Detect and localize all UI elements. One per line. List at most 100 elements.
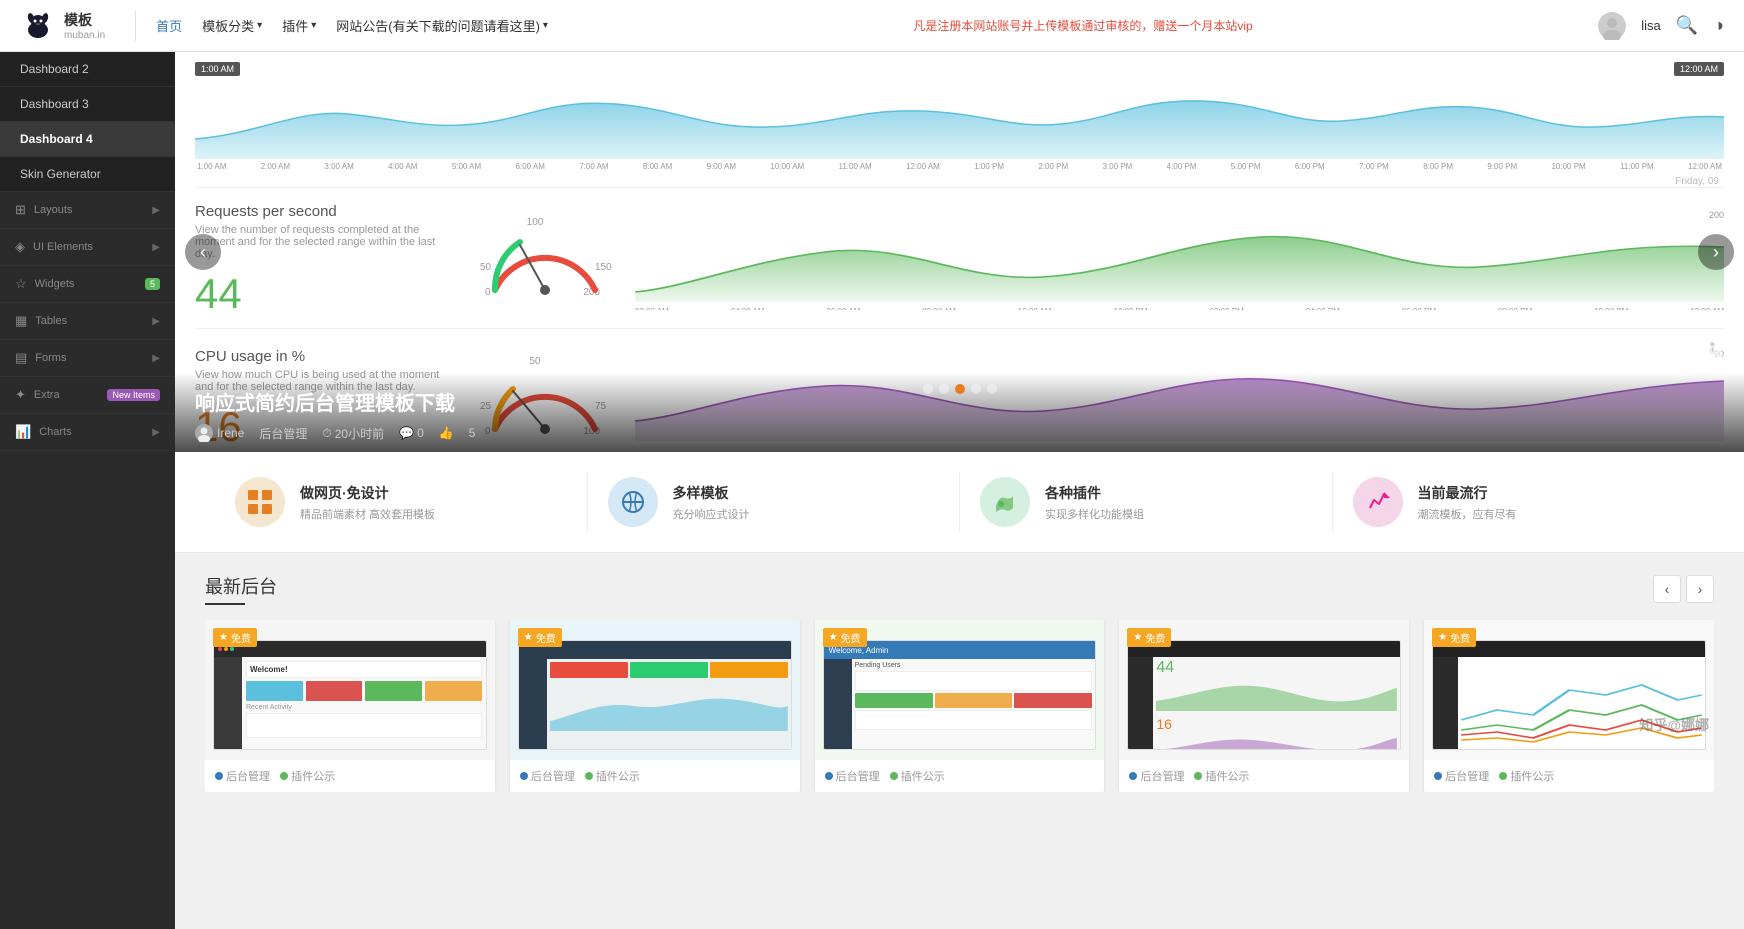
card-5-badge: ★免费: [1432, 628, 1476, 647]
slide-dot-1[interactable]: [923, 384, 933, 394]
feature-item-trending: 当前最流行 潮流模板，应有尽有: [1333, 472, 1705, 532]
requests-title: Requests per second: [195, 203, 455, 220]
feature-design-text: 做网页·免设计 精品前端素材 高效套用模板: [300, 483, 435, 522]
sidebar-item-layouts[interactable]: ⊞ Layouts ▶: [0, 192, 175, 229]
logo-title: 模板: [64, 12, 92, 28]
svg-text:0: 0: [485, 287, 491, 298]
sidebar-label-skingen: Skin Generator: [20, 167, 101, 181]
feature-item-templates: 多样模板 充分响应式设计: [588, 472, 961, 532]
ui-elements-arrow-icon: ▶: [152, 242, 160, 253]
slide-dot-5[interactable]: [987, 384, 997, 394]
slideshow: ‹ › 1:00 AM 12:00 AM: [175, 52, 1744, 452]
search-icon[interactable]: 🔍: [1676, 15, 1698, 36]
card-2-thumbnail: ★免费: [510, 620, 800, 760]
slide-dot-3[interactable]: [955, 384, 965, 394]
nav-notice[interactable]: 网站公告(有关下载的问题请看这里): [336, 16, 548, 35]
nav-plugins[interactable]: 插件: [282, 16, 316, 35]
features-bar: 做网页·免设计 精品前端素材 高效套用模板 多样模板 充分响应式设计: [175, 452, 1744, 553]
time-label-21: 10:00 PM: [1551, 162, 1585, 171]
sidebar-item-tables[interactable]: ▦ Tables ▶: [0, 303, 175, 340]
user-name[interactable]: lisa: [1641, 18, 1661, 33]
nav-home[interactable]: 首页: [156, 16, 182, 35]
layouts-arrow-icon: ▶: [152, 205, 160, 216]
watermark: 知乎@娜娜: [1605, 337, 1724, 372]
tables-arrow-icon: ▶: [152, 316, 160, 327]
latest-next-button[interactable]: ›: [1686, 575, 1714, 603]
time-label-23: 12:00 AM: [1688, 162, 1722, 171]
card-2[interactable]: ★免费: [510, 620, 800, 792]
card-4-meta: 后台管理 插件公示: [1119, 760, 1409, 792]
sidebar-label-charts: Charts: [39, 426, 71, 438]
card-1-thumbnail: ★免费 Welcome!: [205, 620, 495, 760]
time-label-3: 4:00 AM: [388, 162, 417, 171]
svg-text:50: 50: [480, 262, 492, 273]
main-layout: Dashboard 2 Dashboard 3 Dashboard 4 Skin…: [0, 52, 1744, 929]
nav-templates[interactable]: 模板分类: [202, 16, 262, 35]
feature-design-desc: 精品前端素材 高效套用模板: [300, 506, 435, 522]
time-label-6: 7:00 AM: [579, 162, 608, 171]
sidebar-item-dashboard3[interactable]: Dashboard 3: [0, 87, 175, 122]
time-start-badge: 1:00 AM: [195, 62, 240, 76]
slideshow-next-button[interactable]: ›: [1698, 234, 1734, 270]
feature-plugins-title: 各种插件: [1045, 483, 1144, 503]
card-4[interactable]: ★免费 44 16: [1119, 620, 1409, 792]
time-label-14: 3:00 PM: [1102, 162, 1132, 171]
like-icon: 👍: [439, 426, 454, 440]
feature-item-design: 做网页·免设计 精品前端素材 高效套用模板: [215, 472, 588, 532]
time-label-4: 5:00 AM: [452, 162, 481, 171]
avatar: [1598, 12, 1626, 40]
sidebar-item-extra[interactable]: ✦ Extra New Items: [0, 377, 175, 414]
time-label-19: 8:00 PM: [1423, 162, 1453, 171]
design-icon: [246, 488, 274, 516]
extra-badge-new: New Items: [107, 389, 160, 401]
card-1[interactable]: ★免费 Welcome!: [205, 620, 495, 792]
latest-nav-arrows: ‹ ›: [1653, 575, 1714, 603]
comment-icon: 💬: [399, 426, 414, 440]
sidebar-label-forms: Forms: [35, 352, 66, 364]
feature-templates-desc: 充分响应式设计: [673, 506, 750, 522]
svg-text:150: 150: [595, 262, 612, 273]
slide-overlay-meta: Irene 后台管理 ⏱ 20小时前 💬 0 👍 5: [195, 424, 1724, 442]
sidebar-item-ui-elements[interactable]: ◈ UI Elements ▶: [0, 229, 175, 266]
card-3-badge: ★免费: [823, 628, 867, 647]
time-label-13: 2:00 PM: [1038, 162, 1068, 171]
plugins-icon-wrap: [980, 477, 1030, 527]
card-1-meta: 后台管理 插件公示: [205, 760, 495, 792]
requests-number: 44: [195, 270, 455, 318]
sidebar-label-dashboard2: Dashboard 2: [20, 62, 89, 76]
time-label-8: 9:00 AM: [707, 162, 736, 171]
header-nav: 首页 模板分类 插件 网站公告(有关下载的问题请看这里) 凡是注册本网站账号并上…: [156, 16, 1598, 35]
overlay-views: 5: [469, 426, 476, 440]
plugins-icon: [991, 488, 1019, 516]
card-3[interactable]: ★免费 Welcome, Admin Pending Users: [815, 620, 1105, 792]
sidebar-label-tables: Tables: [35, 315, 67, 327]
latest-prev-button[interactable]: ‹: [1653, 575, 1681, 603]
time-label-18: 7:00 PM: [1359, 162, 1389, 171]
sidebar-item-skingen[interactable]: Skin Generator: [0, 157, 175, 192]
card-5[interactable]: ★免费: [1424, 620, 1714, 792]
theme-toggle-icon[interactable]: ◑: [1713, 15, 1724, 36]
logo[interactable]: 模板 muban.in: [20, 8, 105, 44]
feature-trending-desc: 潮流模板，应有尽有: [1418, 506, 1517, 522]
slide-dot-4[interactable]: [971, 384, 981, 394]
content-area: ‹ › 1:00 AM 12:00 AM: [175, 52, 1744, 929]
time-label-20: 9:00 PM: [1487, 162, 1517, 171]
time-label-15: 4:00 PM: [1167, 162, 1197, 171]
templates-icon-wrap: [608, 477, 658, 527]
feature-design-title: 做网页·免设计: [300, 483, 435, 503]
slideshow-prev-button[interactable]: ‹: [185, 234, 221, 270]
sidebar-item-widgets[interactable]: ☆ Widgets 5: [0, 266, 175, 303]
latest-section: 最新后台 ‹ › ★免费: [175, 553, 1744, 822]
sidebar-item-charts[interactable]: 📊 Charts ▶: [0, 414, 175, 451]
time-end-badge: 12:00 AM: [1674, 62, 1724, 76]
feature-templates-title: 多样模板: [673, 483, 750, 503]
slide-dot-2[interactable]: [939, 384, 949, 394]
sidebar-item-forms[interactable]: ▤ Forms ▶: [0, 340, 175, 377]
sidebar-item-dashboard4[interactable]: Dashboard 4: [0, 122, 175, 157]
card-1-badge: ★免费: [213, 628, 257, 647]
time-label-17: 6:00 PM: [1295, 162, 1325, 171]
sidebar-label-widgets: Widgets: [35, 278, 75, 290]
charts-arrow-icon: ▶: [152, 427, 160, 438]
sidebar-item-dashboard2[interactable]: Dashboard 2: [0, 52, 175, 87]
time-label-5: 6:00 AM: [516, 162, 545, 171]
